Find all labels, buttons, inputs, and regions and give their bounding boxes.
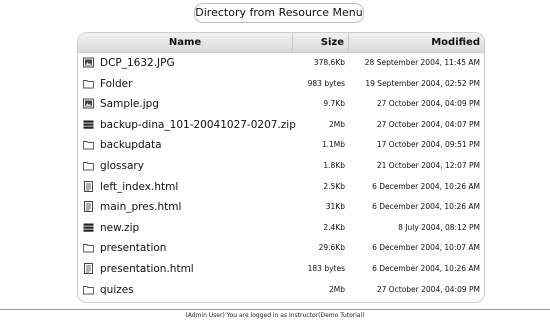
file-name-link[interactable]: Folder [100, 74, 132, 94]
file-row[interactable]: presentation 29.6Kb 6 December 2004, 10:07… [78, 238, 484, 259]
file-size: 2Mb [328, 119, 345, 129]
file-modified-date: 27 October 2004, 04:09 PM [376, 99, 480, 109]
file-row[interactable]: Folder 983 bytes 19 September 2004, 02:52 … [78, 74, 484, 95]
folder-icon [83, 78, 94, 89]
file-modified-date: 6 December 2004, 10:26 AM [372, 263, 480, 273]
image-file-icon [83, 98, 94, 109]
file-size: 29.6Kb [318, 243, 345, 253]
file-row[interactable]: backup-dina_101-20041027-0207.zip 2Mb 27 O… [78, 115, 484, 136]
file-name-link[interactable]: presentation [100, 238, 166, 258]
folder-icon [83, 160, 94, 171]
file-name-link[interactable]: presentation.html [100, 259, 194, 279]
file-row[interactable]: quizes 2Mb 27 October 2004, 04:09 PM [78, 280, 484, 301]
document-file-icon [83, 262, 94, 274]
file-modified-date: 17 October 2004, 09:51 PM [376, 140, 480, 150]
column-header-name[interactable]: Name [78, 33, 293, 52]
file-size: 2.4Kb [323, 222, 345, 232]
file-row[interactable]: DCP_1632.JPG 378.6Kb 28 September 2004, 11… [78, 53, 484, 74]
file-modified-date: 19 September 2004, 02:52 PM [365, 78, 480, 88]
image-file-icon [83, 57, 94, 68]
file-name-link[interactable]: quizes [100, 280, 134, 300]
column-header-size[interactable]: Size [293, 33, 349, 52]
file-row[interactable]: new.zip 2.4Kb 8 July 2004, 08:12 PM [78, 218, 484, 239]
file-modified-date: 6 December 2004, 10:07 AM [372, 243, 480, 253]
file-row[interactable]: backupdata 1.1Mb 17 October 2004, 09:51 PM [78, 135, 484, 156]
file-name-link[interactable]: DCP_1632.JPG [100, 53, 175, 73]
file-name-link[interactable]: new.zip [100, 218, 139, 238]
table-header: Name Size Modified [78, 33, 484, 53]
file-row[interactable]: left_index.html 2.5Kb 6 December 2004, 10:… [78, 177, 484, 198]
file-row[interactable]: Sample.jpg 9.7Kb 27 October 2004, 04:09 PM [78, 94, 484, 115]
file-modified-date: 27 October 2004, 04:07 PM [376, 119, 480, 129]
file-name-link[interactable]: main_pres.html [100, 197, 181, 217]
page-title: Directory from Resource Menu [194, 3, 364, 23]
login-status: (Admin User) You are logged in as Instru… [185, 312, 365, 319]
file-row[interactable]: main_pres.html 31Kb 6 December 2004, 10:26… [78, 197, 484, 218]
file-list-panel: Name Size Modified DCP_1632.JPG 378.6Kb 28… [77, 32, 485, 303]
footer-divider [0, 309, 550, 310]
file-modified-date: 28 September 2004, 11:45 AM [364, 58, 480, 67]
file-size: 1.8Kb [323, 160, 345, 170]
file-size: 1.1Mb [321, 140, 345, 150]
file-modified-date: 8 July 2004, 08:12 PM [398, 222, 480, 232]
file-size: 2.5Kb [323, 181, 345, 191]
file-name-link[interactable]: left_index.html [100, 177, 178, 197]
folder-icon [83, 242, 94, 253]
document-file-icon [83, 180, 94, 192]
archive-file-icon [83, 119, 94, 130]
file-size: 983 bytes [307, 78, 345, 88]
file-modified-date: 6 December 2004, 10:26 AM [372, 181, 480, 191]
folder-icon [83, 139, 94, 150]
file-name-link[interactable]: Sample.jpg [100, 94, 159, 114]
folder-icon [83, 284, 94, 295]
file-modified-date: 21 October 2004, 12:07 PM [376, 160, 480, 170]
file-row[interactable]: glossary 1.8Kb 21 October 2004, 12:07 PM [78, 156, 484, 177]
archive-file-icon [83, 222, 94, 233]
file-size: 9.7Kb [323, 99, 345, 109]
file-row[interactable]: presentation.html 183 bytes 6 December 200… [78, 259, 484, 280]
file-modified-date: 27 October 2004, 04:09 PM [376, 284, 480, 294]
file-name-link[interactable]: backupdata [100, 135, 162, 155]
file-name-link[interactable]: backup-dina_101-20041027-0207.zip [100, 115, 296, 135]
file-size: 31Kb [325, 202, 345, 212]
file-size: 183 bytes [307, 263, 345, 273]
file-size: 2Mb [328, 284, 345, 294]
file-size: 378.6Kb [313, 58, 345, 67]
document-file-icon [83, 201, 94, 213]
file-modified-date: 6 December 2004, 10:26 AM [372, 202, 480, 212]
column-header-modified[interactable]: Modified [349, 33, 484, 52]
file-rows: DCP_1632.JPG 378.6Kb 28 September 2004, 11… [78, 53, 484, 300]
file-name-link[interactable]: glossary [100, 156, 144, 176]
